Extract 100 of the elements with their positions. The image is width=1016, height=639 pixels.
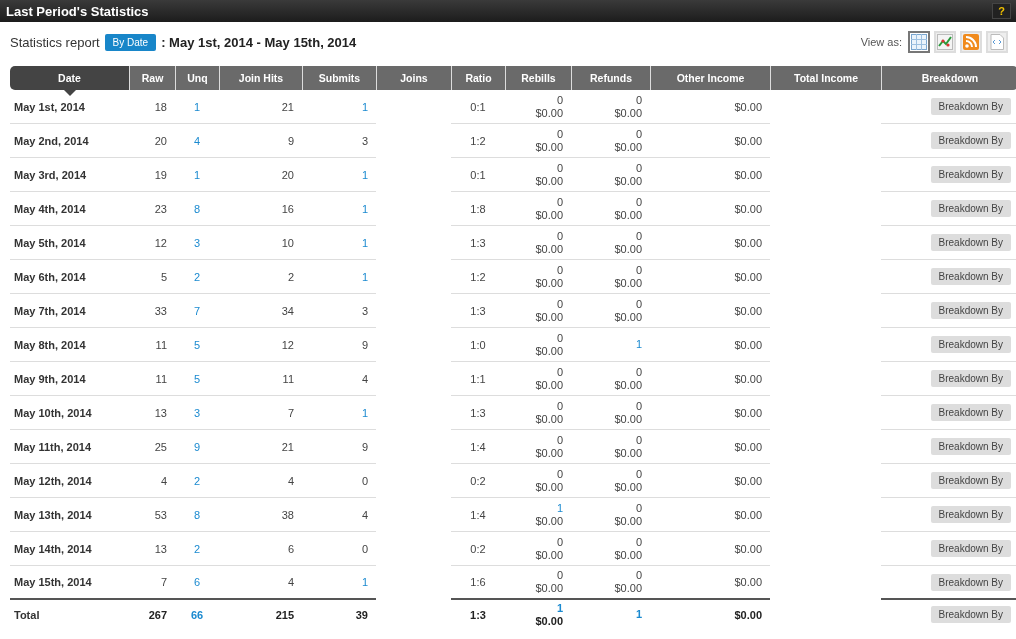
breakdown-by-button[interactable]: Breakdown By: [930, 132, 1011, 149]
rebills-count: 0: [556, 161, 563, 175]
breakdown-by-button[interactable]: Breakdown By: [930, 606, 1011, 623]
view-as-label: View as:: [860, 36, 902, 48]
rebills-amount: $0.00: [535, 548, 563, 562]
join-hits-count: 10: [281, 236, 294, 249]
join-hits-count: 21: [281, 440, 294, 453]
refunds-amount: $0.00: [614, 378, 642, 392]
breakdown-by-button[interactable]: Breakdown By: [930, 166, 1011, 183]
unique-count-link[interactable]: 2: [193, 474, 201, 487]
date-cell: May 8th, 2014: [14, 338, 86, 351]
column-header[interactable]: Breakdown: [881, 66, 1016, 90]
help-button[interactable]: ?: [992, 3, 1011, 19]
other-income-value: $0.00: [734, 236, 762, 249]
submits-link[interactable]: 1: [361, 168, 368, 181]
column-header[interactable]: Join Hits: [219, 66, 302, 90]
column-header[interactable]: Joins: [376, 66, 451, 90]
date-cell: May 11th, 2014: [14, 440, 92, 453]
column-header[interactable]: Unq: [175, 66, 219, 90]
unique-count-link[interactable]: 2: [193, 542, 201, 555]
column-header[interactable]: Total Income: [770, 66, 881, 90]
rebills-count: 0: [556, 297, 563, 311]
column-header[interactable]: Raw: [129, 66, 175, 90]
submits-count: 39: [355, 608, 368, 621]
raw-count: 33: [154, 304, 167, 317]
ratio-value: 1:2: [470, 134, 486, 147]
refunds-count: 0: [635, 161, 642, 175]
submits-link[interactable]: 1: [361, 270, 368, 283]
unique-count-link[interactable]: 1: [193, 100, 201, 113]
unique-count-link[interactable]: 6: [193, 576, 201, 588]
other-income-value: $0.00: [734, 100, 762, 113]
column-header[interactable]: Submits: [302, 66, 376, 90]
other-income-value: $0.00: [734, 168, 762, 181]
breakdown-by-button[interactable]: Breakdown By: [930, 438, 1011, 455]
rebills-link[interactable]: 1: [556, 601, 563, 615]
other-income-value: $0.00: [734, 508, 762, 521]
breakdown-by-button[interactable]: Breakdown By: [930, 268, 1011, 285]
rebills-amount: $0.00: [535, 242, 563, 256]
chart-view-button[interactable]: [934, 31, 956, 53]
breakdown-by-button[interactable]: Breakdown By: [930, 404, 1011, 421]
rebills-amount: $0.00: [535, 174, 563, 188]
unique-count-link[interactable]: 3: [193, 236, 201, 249]
unique-count-link[interactable]: 66: [190, 608, 204, 621]
unique-count-link[interactable]: 8: [193, 202, 201, 215]
raw-count: 13: [154, 542, 167, 555]
submits-link[interactable]: 1: [361, 406, 368, 419]
table-view-button[interactable]: [908, 31, 930, 53]
breakdown-by-button[interactable]: Breakdown By: [930, 506, 1011, 523]
unique-count-link[interactable]: 5: [193, 372, 201, 385]
raw-count: 5: [160, 270, 167, 283]
rebills-amount: $0.00: [535, 310, 563, 324]
unique-count-link[interactable]: 4: [193, 134, 201, 147]
rebills-amount: $0.00: [535, 446, 563, 460]
refunds-count: 0: [635, 297, 642, 311]
column-header[interactable]: Refunds: [571, 66, 650, 90]
breakdown-by-button[interactable]: Breakdown By: [930, 472, 1011, 489]
refunds-amount: $0.00: [614, 514, 642, 528]
breakdown-by-button[interactable]: Breakdown By: [930, 540, 1011, 557]
refunds-amount: $0.00: [614, 276, 642, 290]
breakdown-by-button[interactable]: Breakdown By: [930, 573, 1011, 591]
breakdown-by-button[interactable]: Breakdown By: [930, 302, 1011, 319]
ratio-value: 1:3: [470, 406, 486, 419]
ratio-value: 1:3: [470, 236, 486, 249]
by-date-button[interactable]: By Date: [104, 33, 157, 51]
refunds-count: 0: [635, 127, 642, 141]
submits-link[interactable]: 1: [361, 236, 368, 249]
other-income-value: $0.00: [734, 474, 762, 487]
unique-count-link[interactable]: 8: [193, 508, 201, 521]
unique-count-link[interactable]: 3: [193, 406, 201, 419]
submits-link[interactable]: 1: [361, 100, 368, 113]
refunds-link[interactable]: 1: [635, 608, 642, 621]
breakdown-by-button[interactable]: Breakdown By: [930, 370, 1011, 387]
rebills-count: 0: [556, 467, 563, 481]
unique-count-link[interactable]: 5: [193, 338, 201, 351]
ratio-value: 1:8: [470, 202, 486, 215]
join-hits-count: 11: [282, 372, 294, 385]
submits-link[interactable]: 1: [361, 202, 368, 215]
unique-count-link[interactable]: 7: [193, 304, 201, 317]
rebills-link[interactable]: 1: [556, 501, 563, 515]
breakdown-by-button[interactable]: Breakdown By: [930, 98, 1011, 115]
breakdown-by-button[interactable]: Breakdown By: [930, 336, 1011, 353]
submits-link[interactable]: 1: [361, 576, 368, 588]
breakdown-by-button[interactable]: Breakdown By: [930, 200, 1011, 217]
column-header[interactable]: Ratio: [451, 66, 505, 90]
join-hits-count: 38: [281, 508, 294, 521]
rss-feed-button[interactable]: [960, 31, 982, 53]
unique-count-link[interactable]: 2: [193, 270, 201, 283]
column-header[interactable]: Rebills: [505, 66, 571, 90]
rebills-count: 0: [556, 229, 563, 243]
rebills-count: 0: [556, 399, 563, 413]
rebills-amount: $0.00: [535, 344, 563, 358]
breakdown-by-button[interactable]: Breakdown By: [930, 234, 1011, 251]
join-hits-count: 34: [281, 304, 294, 317]
refunds-link[interactable]: 1: [635, 338, 642, 351]
unique-count-link[interactable]: 1: [193, 168, 201, 181]
unique-count-link[interactable]: 9: [193, 440, 201, 453]
date-range: : May 1st, 2014 - May 15th, 2014: [161, 34, 357, 50]
refunds-count: 0: [635, 501, 642, 515]
join-hits-count: 9: [287, 134, 294, 147]
column-header[interactable]: Other Income: [650, 66, 770, 90]
